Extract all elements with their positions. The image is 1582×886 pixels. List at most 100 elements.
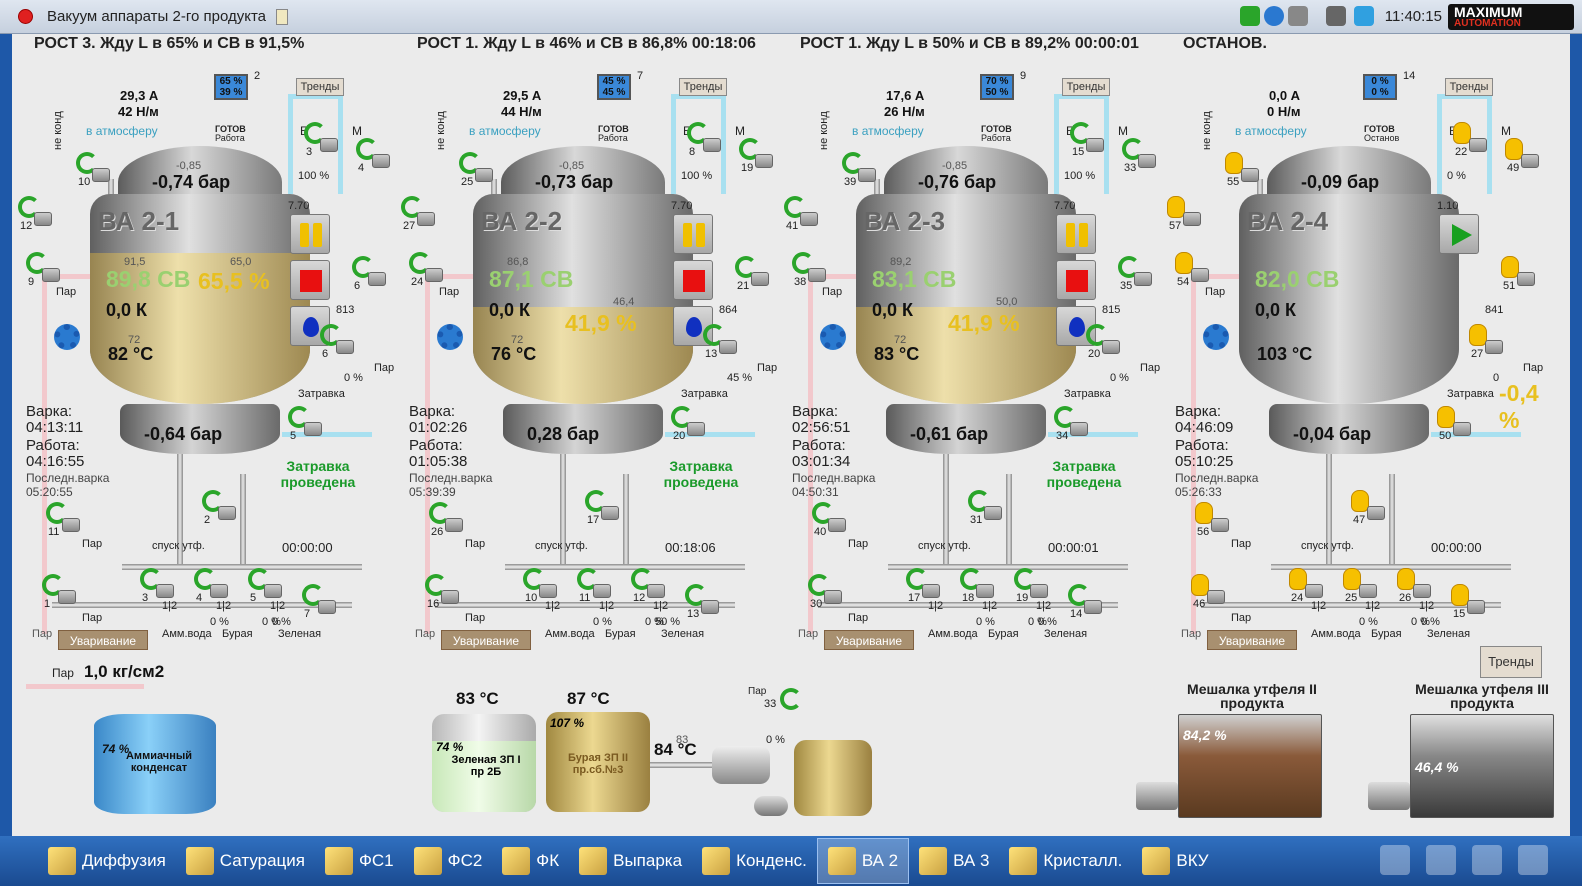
settings-gear-icon[interactable]	[820, 324, 846, 350]
valve-steam[interactable]	[1191, 268, 1209, 282]
settings-gear-icon[interactable]	[54, 324, 80, 350]
valve-steam-bottom[interactable]	[441, 590, 459, 604]
valve-steam-lower[interactable]	[62, 518, 80, 532]
valve-zatravka[interactable]	[1485, 340, 1503, 354]
valve-b[interactable]	[1469, 138, 1487, 152]
boiling-mode-button[interactable]: Уваривание	[824, 630, 914, 650]
mixer-2[interactable]: 84,2 %	[1178, 714, 1322, 818]
brown-syrup-tank[interactable]: 107 % Бурая ЗП II пр.сб.№3	[546, 712, 650, 812]
valve-feed-4[interactable]	[1467, 600, 1485, 614]
ammonia-condensate-tank[interactable]: 74 % Аммиачный конденсат	[94, 714, 216, 814]
settings-gear-icon[interactable]	[437, 324, 463, 350]
document-icon[interactable]	[276, 8, 288, 25]
heat-exchanger[interactable]	[712, 746, 770, 784]
taskbar-item-5[interactable]: Выпарка	[569, 838, 692, 884]
valve-zatravka-in[interactable]	[687, 422, 705, 436]
mixer-2-motor-icon[interactable]	[1136, 782, 1178, 810]
trends-button[interactable]: Тренды	[1445, 78, 1493, 96]
valve-left[interactable]	[800, 212, 818, 226]
valve-left[interactable]	[417, 212, 435, 226]
chart-icon[interactable]	[1426, 845, 1456, 875]
taskbar-item-6[interactable]: Конденс.	[692, 838, 817, 884]
valve-not-cond[interactable]	[475, 168, 493, 182]
valve-feed-2[interactable]	[976, 584, 994, 598]
collector-tank[interactable]	[794, 740, 872, 816]
mixer-3[interactable]: 46,4 %	[1410, 714, 1554, 818]
valve-feed-1[interactable]	[539, 584, 557, 598]
pause-button[interactable]	[673, 214, 713, 254]
plus-icon[interactable]	[1240, 6, 1260, 26]
valve-m[interactable]	[755, 154, 773, 168]
pump-icon[interactable]	[754, 796, 788, 816]
valve-feed-3[interactable]	[1413, 584, 1431, 598]
valve-m[interactable]	[1521, 154, 1539, 168]
pause-button[interactable]	[1056, 214, 1096, 254]
boiling-mode-button[interactable]: Уваривание	[58, 630, 148, 650]
valve-zatravka-in[interactable]	[1070, 422, 1088, 436]
hand-icon[interactable]	[1518, 845, 1548, 875]
valve-m[interactable]	[372, 154, 390, 168]
valve-descent[interactable]	[601, 506, 619, 520]
auto-mode-icon[interactable]	[780, 688, 802, 710]
valve-feed-1[interactable]	[922, 584, 940, 598]
valve-b[interactable]	[320, 138, 338, 152]
valve-feed-2[interactable]	[210, 584, 228, 598]
valve-steam-bottom[interactable]	[1207, 590, 1225, 604]
valve-feed-4[interactable]	[701, 600, 719, 614]
valve-steam[interactable]	[42, 268, 60, 282]
valve-m[interactable]	[1138, 154, 1156, 168]
pause-button[interactable]	[290, 214, 330, 254]
valve-feed-3[interactable]	[647, 584, 665, 598]
valve-b[interactable]	[1086, 138, 1104, 152]
taskbar-item-0[interactable]: Диффузия	[38, 838, 176, 884]
boiling-mode-button[interactable]: Уваривание	[1207, 630, 1297, 650]
valve-feed-2[interactable]	[1359, 584, 1377, 598]
boiling-mode-button[interactable]: Уваривание	[441, 630, 531, 650]
level-monitor[interactable]: 65 % 39 %	[214, 74, 248, 100]
trends-button[interactable]: Тренды	[296, 78, 344, 96]
level-monitor[interactable]: 70 % 50 %	[980, 74, 1014, 100]
level-monitor[interactable]: 45 % 45 %	[597, 74, 631, 100]
taskbar-item-10[interactable]: ВКУ	[1132, 838, 1218, 884]
valve-zatravka-in[interactable]	[1453, 422, 1471, 436]
valve-steam[interactable]	[808, 268, 826, 282]
valve-left[interactable]	[1183, 212, 1201, 226]
taskbar-item-2[interactable]: ФС1	[315, 838, 404, 884]
valve-feed-1[interactable]	[1305, 584, 1323, 598]
level-monitor[interactable]: 0 % 0 %	[1363, 74, 1397, 100]
valve-steam-lower[interactable]	[445, 518, 463, 532]
valve-descent[interactable]	[218, 506, 236, 520]
valve-zatravka[interactable]	[1102, 340, 1120, 354]
valve-feed-4[interactable]	[318, 600, 336, 614]
valve-zatravka[interactable]	[336, 340, 354, 354]
close-icon[interactable]	[18, 9, 33, 24]
valve-zatravka-in[interactable]	[304, 422, 322, 436]
valve-feed-3[interactable]	[1030, 584, 1048, 598]
taskbar-item-8[interactable]: ВА 3	[909, 838, 999, 884]
settings-icon[interactable]	[1380, 845, 1410, 875]
mixer-3-motor-icon[interactable]	[1368, 782, 1410, 810]
valve-descent[interactable]	[984, 506, 1002, 520]
valve-feed-1[interactable]	[156, 584, 174, 598]
taskbar-item-3[interactable]: ФС2	[404, 838, 493, 884]
valve-zatravka[interactable]	[719, 340, 737, 354]
settings-gear-icon[interactable]	[1203, 324, 1229, 350]
valve-steam-lower[interactable]	[1211, 518, 1229, 532]
trends-button-main[interactable]: Тренды	[1480, 646, 1542, 678]
stop-button[interactable]	[1056, 260, 1096, 300]
valve-steam[interactable]	[425, 268, 443, 282]
stop-button[interactable]	[290, 260, 330, 300]
valve-steam-bottom[interactable]	[58, 590, 76, 604]
valve-right[interactable]	[1134, 272, 1152, 286]
valve-not-cond[interactable]	[858, 168, 876, 182]
valve-feed-2[interactable]	[593, 584, 611, 598]
play-button[interactable]	[1439, 214, 1479, 254]
trends-button[interactable]: Тренды	[679, 78, 727, 96]
taskbar-item-9[interactable]: Кристалл.	[999, 838, 1132, 884]
worker-icon[interactable]	[1472, 845, 1502, 875]
valve-not-cond[interactable]	[92, 168, 110, 182]
valve-left[interactable]	[34, 212, 52, 226]
valve-steam-lower[interactable]	[828, 518, 846, 532]
valve-feed-4[interactable]	[1084, 600, 1102, 614]
network-icon[interactable]	[1288, 6, 1308, 26]
